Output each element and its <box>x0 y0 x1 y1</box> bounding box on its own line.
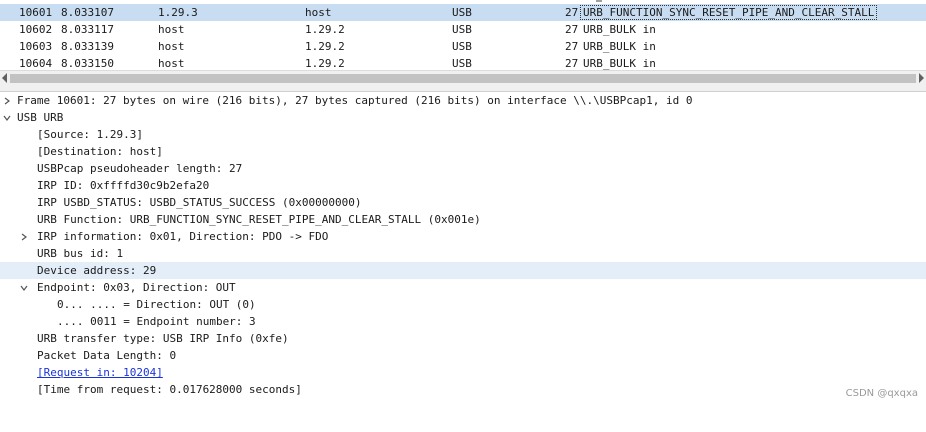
tree-item-urb-function[interactable]: URB Function: URB_FUNCTION_SYNC_RESET_PI… <box>0 211 926 228</box>
tree-item-label: Frame 10601: 27 bytes on wire (216 bits)… <box>17 94 693 107</box>
tree-item-label: USBPcap pseudoheader length: 27 <box>37 162 243 175</box>
packet-row-10603[interactable]: 10603 8.033139 host 1.29.2 USB 27 URB_BU… <box>0 38 926 55</box>
packet-length: 27 <box>565 40 579 53</box>
scrollbar-thumb[interactable] <box>10 74 916 83</box>
tree-item-frame[interactable]: Frame 10601: 27 bytes on wire (216 bits)… <box>0 92 926 109</box>
packet-destination: 1.29.2 <box>305 40 345 53</box>
packet-source: host <box>158 23 185 36</box>
packet-time: 8.033139 <box>61 40 114 53</box>
pane-splitter[interactable] <box>0 85 926 92</box>
packet-no: 10602 <box>19 23 53 36</box>
tree-item-label: Endpoint: 0x03, Direction: OUT <box>37 281 236 294</box>
scroll-right-icon[interactable] <box>919 73 924 83</box>
packet-info: URB_FUNCTION_SYNC_RESET_PIPE_AND_CLEAR_S… <box>580 4 878 21</box>
packet-protocol: USB <box>452 40 472 53</box>
packet-source: host <box>158 40 185 53</box>
tree-item-endpoint-number[interactable]: .... 0011 = Endpoint number: 3 <box>0 313 926 330</box>
chevron-right-icon[interactable] <box>2 92 12 109</box>
tree-item-destination[interactable]: [Destination: host] <box>0 143 926 160</box>
packet-destination: 1.29.2 <box>305 23 345 36</box>
tree-item-pseudoheader-length[interactable]: USBPcap pseudoheader length: 27 <box>0 160 926 177</box>
scroll-left-icon[interactable] <box>2 73 7 83</box>
tree-item-time-from-request[interactable]: [Time from request: 0.017628000 seconds] <box>0 381 926 398</box>
tree-item-label: IRP information: 0x01, Direction: PDO ->… <box>37 230 329 243</box>
tree-item-device-address[interactable]: Device address: 29 <box>0 262 926 279</box>
tree-item-label: [Source: 1.29.3] <box>37 128 143 141</box>
packet-info: URB_BULK in <box>583 40 656 53</box>
tree-item-label: URB bus id: 1 <box>37 247 124 260</box>
tree-item-endpoint[interactable]: Endpoint: 0x03, Direction: OUT <box>0 279 926 296</box>
tree-item-irp-information[interactable]: IRP information: 0x01, Direction: PDO ->… <box>0 228 926 245</box>
tree-item-label: .... 0011 = Endpoint number: 3 <box>57 315 256 328</box>
packet-length: 27 <box>565 23 579 36</box>
column-resize-stub <box>596 0 602 2</box>
tree-item-label: URB transfer type: USB IRP Info (0xfe) <box>37 332 289 345</box>
chevron-right-icon[interactable] <box>19 228 29 245</box>
tree-item-bus-id[interactable]: URB bus id: 1 <box>0 245 926 262</box>
packet-info: URB_BULK in <box>583 23 656 36</box>
tree-item-label: [Time from request: 0.017628000 seconds] <box>37 383 302 396</box>
horizontal-scrollbar[interactable] <box>0 70 926 85</box>
tree-item-packet-data-length[interactable]: Packet Data Length: 0 <box>0 347 926 364</box>
tree-item-label: URB Function: URB_FUNCTION_SYNC_RESET_PI… <box>37 213 481 226</box>
packet-row-10601[interactable]: 10601 8.033107 1.29.3 host USB 27 URB_FU… <box>0 4 926 21</box>
chevron-down-icon[interactable] <box>2 109 12 126</box>
tree-item-request-in[interactable]: [Request in: 10204] <box>0 364 926 381</box>
packet-row-10602[interactable]: 10602 8.033117 host 1.29.2 USB 27 URB_BU… <box>0 21 926 38</box>
tree-item-usbd-status[interactable]: IRP USBD_STATUS: USBD_STATUS_SUCCESS (0x… <box>0 194 926 211</box>
tree-item-label: IRP USBD_STATUS: USBD_STATUS_SUCCESS (0x… <box>37 196 362 209</box>
tree-item-label: IRP ID: 0xffffd30c9b2efa20 <box>37 179 210 192</box>
tree-item-usb-urb[interactable]: USB URB <box>0 109 926 126</box>
packet-info-focused: URB_FUNCTION_SYNC_RESET_PIPE_AND_CLEAR_S… <box>580 5 878 20</box>
tree-item-label: [Destination: host] <box>37 145 163 158</box>
chevron-down-icon[interactable] <box>19 279 29 296</box>
tree-item-label: 0... .... = Direction: OUT (0) <box>57 298 256 311</box>
tree-item-endpoint-direction[interactable]: 0... .... = Direction: OUT (0) <box>0 296 926 313</box>
packet-length: 27 <box>565 6 579 19</box>
packet-destination: host <box>305 6 332 19</box>
tree-item-transfer-type[interactable]: URB transfer type: USB IRP Info (0xfe) <box>0 330 926 347</box>
packet-time: 8.033117 <box>61 23 114 36</box>
packet-protocol: USB <box>452 23 472 36</box>
tree-item-label: Packet Data Length: 0 <box>37 349 177 362</box>
packet-list: 10601 8.033107 1.29.3 host USB 27 URB_FU… <box>0 0 926 72</box>
tree-item-label: USB URB <box>17 111 64 124</box>
packet-source: 1.29.3 <box>158 6 198 19</box>
tree-item-label: Device address: 29 <box>37 264 157 277</box>
packet-time: 8.033107 <box>61 6 114 19</box>
packet-no: 10601 <box>19 6 53 19</box>
request-in-link[interactable]: [Request in: 10204] <box>37 364 163 381</box>
tree-item-source[interactable]: [Source: 1.29.3] <box>0 126 926 143</box>
packet-protocol: USB <box>452 6 472 19</box>
packet-no: 10603 <box>19 40 53 53</box>
watermark: CSDN @qxqxa <box>845 388 918 399</box>
tree-item-irp-id[interactable]: IRP ID: 0xffffd30c9b2efa20 <box>0 177 926 194</box>
